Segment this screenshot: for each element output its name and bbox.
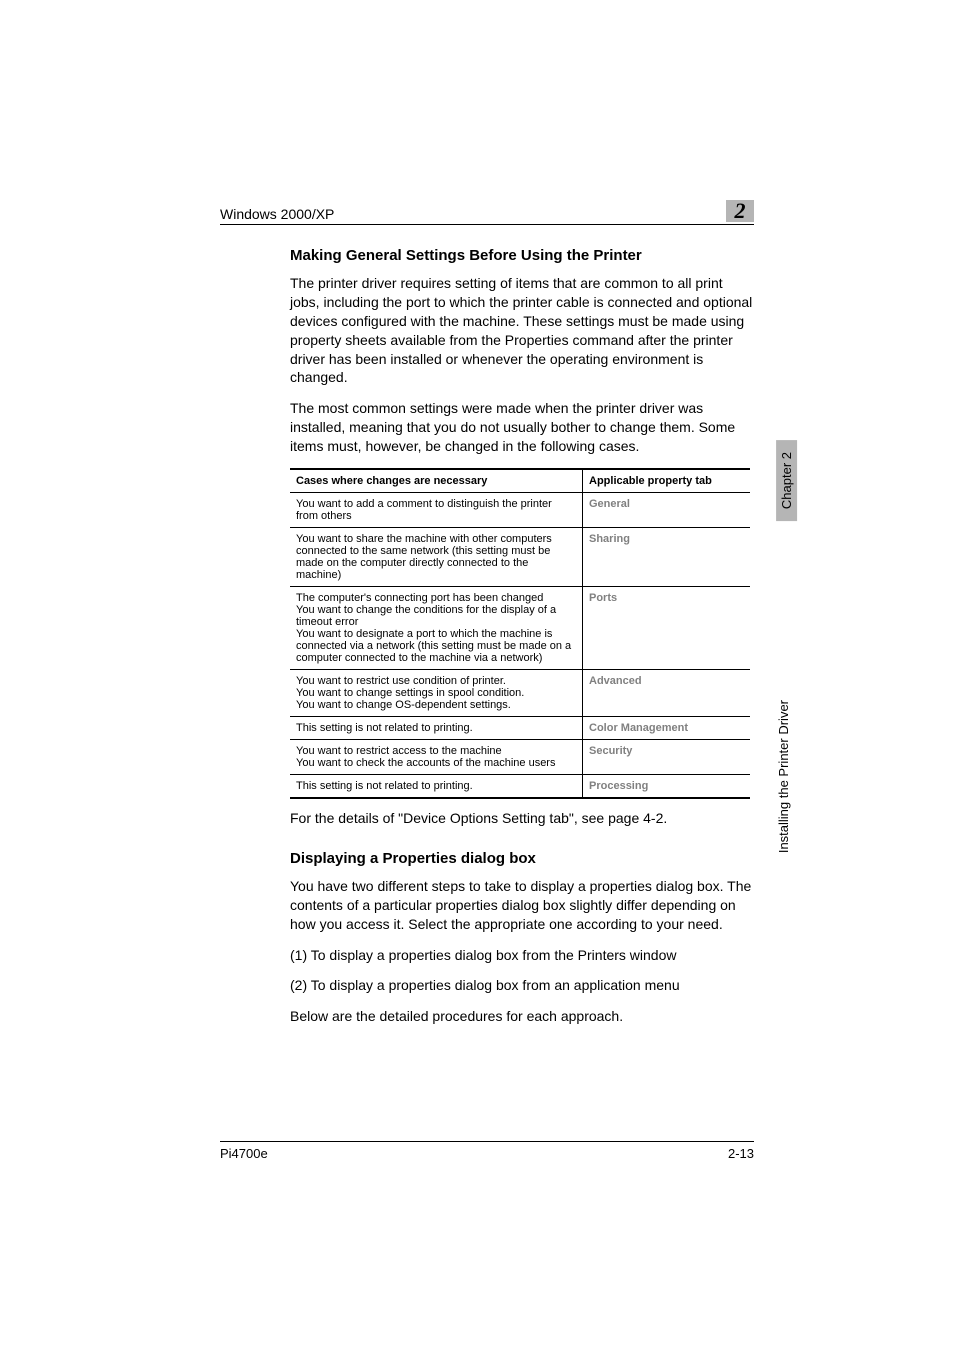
section1-p1: The printer driver requires setting of i… bbox=[290, 274, 754, 387]
table-cell-right: Security bbox=[583, 740, 751, 775]
table-cell-right: Sharing bbox=[583, 528, 751, 587]
table-cell-left: This setting is not related to printing. bbox=[290, 717, 583, 740]
table-cell-right: General bbox=[583, 493, 751, 528]
table-head-right: Applicable property tab bbox=[583, 469, 751, 493]
table-cell-right: Processing bbox=[583, 775, 751, 799]
table-row: This setting is not related to printing.… bbox=[290, 717, 750, 740]
side-chapter-label: Chapter 2 bbox=[776, 440, 797, 521]
footer-right: 2-13 bbox=[728, 1146, 754, 1161]
table-row: The computer's connecting port has been … bbox=[290, 587, 750, 670]
section2-l1: (1) To display a properties dialog box f… bbox=[290, 946, 754, 965]
chapter-number-box: 2 bbox=[726, 200, 754, 222]
table-row: You want to share the machine with other… bbox=[290, 528, 750, 587]
table-cell-left: You want to share the machine with other… bbox=[290, 528, 583, 587]
table-row: You want to restrict access to the machi… bbox=[290, 740, 750, 775]
table-cell-right: Ports bbox=[583, 587, 751, 670]
table-head-left: Cases where changes are necessary bbox=[290, 469, 583, 493]
table-cell-left: You want to restrict access to the machi… bbox=[290, 740, 583, 775]
table-row: You want to restrict use condition of pr… bbox=[290, 670, 750, 717]
table-row: You want to add a comment to distinguish… bbox=[290, 493, 750, 528]
section2-p1: You have two different steps to take to … bbox=[290, 877, 754, 934]
table-cell-left: You want to restrict use condition of pr… bbox=[290, 670, 583, 717]
after-table-note: For the details of "Device Options Setti… bbox=[290, 809, 754, 828]
table-row: This setting is not related to printing.… bbox=[290, 775, 750, 799]
section1-p2: The most common settings were made when … bbox=[290, 399, 754, 456]
table-cell-left: You want to add a comment to distinguish… bbox=[290, 493, 583, 528]
table-cell-right: Color Management bbox=[583, 717, 751, 740]
property-table: Cases where changes are necessary Applic… bbox=[290, 468, 750, 799]
section2-l2: (2) To display a properties dialog box f… bbox=[290, 976, 754, 995]
side-driver-label: Installing the Printer Driver bbox=[776, 700, 791, 853]
header-left: Windows 2000/XP bbox=[220, 206, 334, 222]
section1-title: Making General Settings Before Using the… bbox=[290, 247, 754, 264]
header-rule bbox=[220, 224, 754, 225]
table-cell-left: This setting is not related to printing. bbox=[290, 775, 583, 799]
table-cell-left: The computer's connecting port has been … bbox=[290, 587, 583, 670]
section2-p2: Below are the detailed procedures for ea… bbox=[290, 1007, 754, 1026]
footer-left: Pi4700e bbox=[220, 1146, 268, 1161]
table-cell-right: Advanced bbox=[583, 670, 751, 717]
section2-title: Displaying a Properties dialog box bbox=[290, 850, 754, 867]
